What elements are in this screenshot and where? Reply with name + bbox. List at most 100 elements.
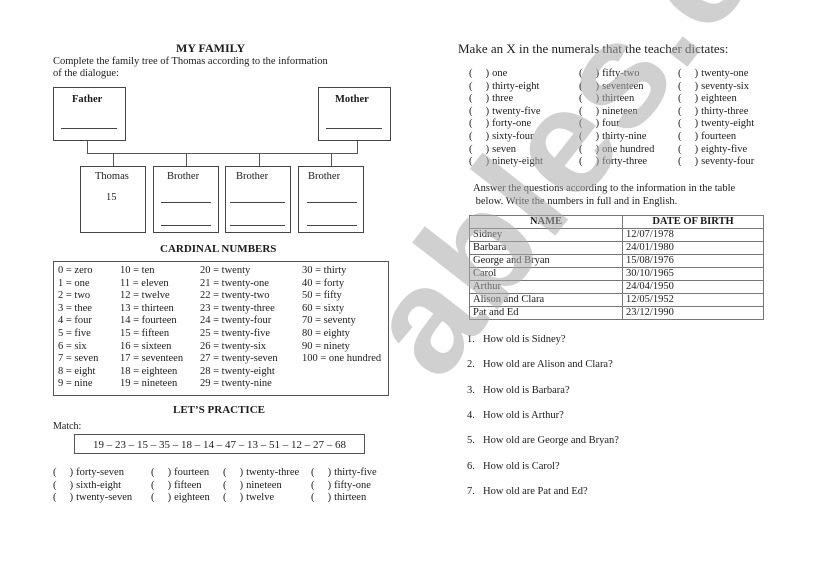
match-option[interactable]: ( ) thirteen xyxy=(311,492,366,503)
dictation-option[interactable]: ( ) fourteen xyxy=(678,131,736,142)
match-option[interactable]: ( ) fifteen xyxy=(151,480,202,491)
dictation-option[interactable]: ( ) three xyxy=(469,93,513,104)
cardinal-number-entry: 23 = twenty-three xyxy=(200,302,275,314)
cardinal-number-entry: 5 = five xyxy=(58,328,91,339)
option-label: seventy-four xyxy=(701,156,755,168)
match-option[interactable]: ( ) twenty-three xyxy=(223,467,299,478)
answer-checkbox[interactable]: ( ) xyxy=(53,467,73,478)
answer-checkbox[interactable]: ( ) xyxy=(678,156,698,167)
dictation-option[interactable]: ( ) sixty-four xyxy=(469,131,534,142)
cardinal-number-entry: 25 = twenty-five xyxy=(200,328,271,339)
dictation-option[interactable]: ( ) forty-three xyxy=(579,156,647,167)
answer-checkbox[interactable]: ( ) xyxy=(579,131,599,142)
answer-checkbox[interactable]: ( ) xyxy=(678,118,698,129)
brother-blank[interactable] xyxy=(307,202,357,203)
dictation-option[interactable]: ( ) twenty-one xyxy=(678,68,748,79)
table-row: Carol 30/10/1965 xyxy=(469,267,764,281)
dictation-option[interactable]: ( ) seventy-six xyxy=(678,81,749,92)
match-option[interactable]: ( ) twenty-seven xyxy=(53,492,132,503)
match-option[interactable]: ( ) fourteen xyxy=(151,467,209,478)
answer-checkbox[interactable]: ( ) xyxy=(469,156,489,167)
dictation-option[interactable]: ( ) thirty-eight xyxy=(469,81,539,92)
answer-checkbox[interactable]: ( ) xyxy=(579,156,599,167)
dictation-option[interactable]: ( ) twenty-five xyxy=(469,106,541,117)
match-option[interactable]: ( ) eighteen xyxy=(151,492,210,503)
dictation-option[interactable]: ( ) eighteen xyxy=(678,93,737,104)
answer-checkbox[interactable]: ( ) xyxy=(151,480,171,491)
brother-blank[interactable] xyxy=(307,225,357,226)
brother-blank[interactable] xyxy=(230,225,285,226)
dictation-option[interactable]: ( ) one hundred xyxy=(579,144,654,155)
answer-checkbox[interactable]: ( ) xyxy=(53,480,73,491)
answer-checkbox[interactable]: ( ) xyxy=(579,68,599,79)
dictation-option[interactable]: ( ) twenty-eight xyxy=(678,118,754,129)
date-cell: 24/04/1950 xyxy=(622,280,764,294)
match-option[interactable]: ( ) sixth-eight xyxy=(53,480,121,491)
answer-checkbox[interactable]: ( ) xyxy=(678,81,698,92)
answer-checkbox[interactable]: ( ) xyxy=(678,68,698,79)
answer-checkbox[interactable]: ( ) xyxy=(311,480,331,491)
brother-blank[interactable] xyxy=(161,225,211,226)
answer-checkbox[interactable]: ( ) xyxy=(678,144,698,155)
dictation-option[interactable]: ( ) fifty-two xyxy=(579,68,639,79)
dictation-option[interactable]: ( ) forty-one xyxy=(469,118,531,129)
answer-checkbox[interactable]: ( ) xyxy=(579,93,599,104)
match-option[interactable]: ( ) twelve xyxy=(223,492,274,503)
answer-checkbox[interactable]: ( ) xyxy=(151,467,171,478)
answer-checkbox[interactable]: ( ) xyxy=(678,93,698,104)
answer-checkbox[interactable]: ( ) xyxy=(579,144,599,155)
dictation-option[interactable]: ( ) thirty-nine xyxy=(579,131,646,142)
match-option[interactable]: ( ) forty-seven xyxy=(53,467,124,478)
question-text: How old is Arthur? xyxy=(483,409,564,421)
answer-checkbox[interactable]: ( ) xyxy=(223,467,243,478)
cardinal-number-entry: 90 = ninety xyxy=(302,340,350,352)
dictation-option[interactable]: ( ) thirteen xyxy=(579,93,634,104)
brother-label: Brother xyxy=(308,171,341,182)
answer-checkbox[interactable]: ( ) xyxy=(579,81,599,92)
answer-checkbox[interactable]: ( ) xyxy=(469,93,489,104)
answer-checkbox[interactable]: ( ) xyxy=(311,467,331,478)
brother-label: Brother xyxy=(167,171,200,182)
brother-blank[interactable] xyxy=(161,202,211,203)
cardinal-number-entry: 20 = twenty xyxy=(200,265,251,276)
answer-checkbox[interactable]: ( ) xyxy=(223,492,243,503)
cardinal-numbers-title: CARDINAL NUMBERS xyxy=(160,243,277,255)
answer-checkbox[interactable]: ( ) xyxy=(223,480,243,491)
cardinal-number-entry: 40 = forty xyxy=(302,277,345,289)
date-cell: 30/10/1965 xyxy=(622,267,764,281)
answer-checkbox[interactable]: ( ) xyxy=(579,106,599,117)
dictation-option[interactable]: ( ) eighty-five xyxy=(678,144,747,155)
dictation-option[interactable]: ( ) seventeen xyxy=(579,81,644,92)
answer-checkbox[interactable]: ( ) xyxy=(579,118,599,129)
answer-checkbox[interactable]: ( ) xyxy=(469,68,489,79)
answer-checkbox[interactable]: ( ) xyxy=(469,118,489,129)
question-item: 7. How old are Pat and Ed? xyxy=(467,486,588,497)
dictation-option[interactable]: ( ) one xyxy=(469,68,507,79)
page-title: MY FAMILY xyxy=(176,41,246,55)
match-option[interactable]: ( ) fifty-one xyxy=(311,480,371,491)
answer-checkbox[interactable]: ( ) xyxy=(469,81,489,92)
answer-checkbox[interactable]: ( ) xyxy=(469,131,489,142)
brother-blank[interactable] xyxy=(230,202,285,203)
father-blank[interactable] xyxy=(61,128,117,129)
dictation-option[interactable]: ( ) thirty-three xyxy=(678,106,748,117)
answer-checkbox[interactable]: ( ) xyxy=(151,492,171,503)
match-option[interactable]: ( ) nineteen xyxy=(223,480,282,491)
dictation-option[interactable]: ( ) ninety-eight xyxy=(469,156,543,167)
answer-checkbox[interactable]: ( ) xyxy=(311,492,331,503)
mother-box: Mother xyxy=(318,87,391,141)
mother-blank[interactable] xyxy=(326,128,382,129)
option-label: fifteen xyxy=(174,479,202,491)
question-text: How old is Barbara? xyxy=(483,384,570,396)
answer-checkbox[interactable]: ( ) xyxy=(53,492,73,503)
answer-checkbox[interactable]: ( ) xyxy=(678,106,698,117)
dictation-option[interactable]: ( ) nineteen xyxy=(579,106,638,117)
answer-checkbox[interactable]: ( ) xyxy=(469,144,489,155)
dictation-option[interactable]: ( ) seven xyxy=(469,144,516,155)
answer-checkbox[interactable]: ( ) xyxy=(678,131,698,142)
match-option[interactable]: ( ) thirty-five xyxy=(311,467,377,478)
dictation-option[interactable]: ( ) seventy-four xyxy=(678,156,754,167)
answer-checkbox[interactable]: ( ) xyxy=(469,106,489,117)
table-row: Pat and Ed 23/12/1990 xyxy=(469,306,764,320)
dictation-option[interactable]: ( ) four xyxy=(579,118,620,129)
